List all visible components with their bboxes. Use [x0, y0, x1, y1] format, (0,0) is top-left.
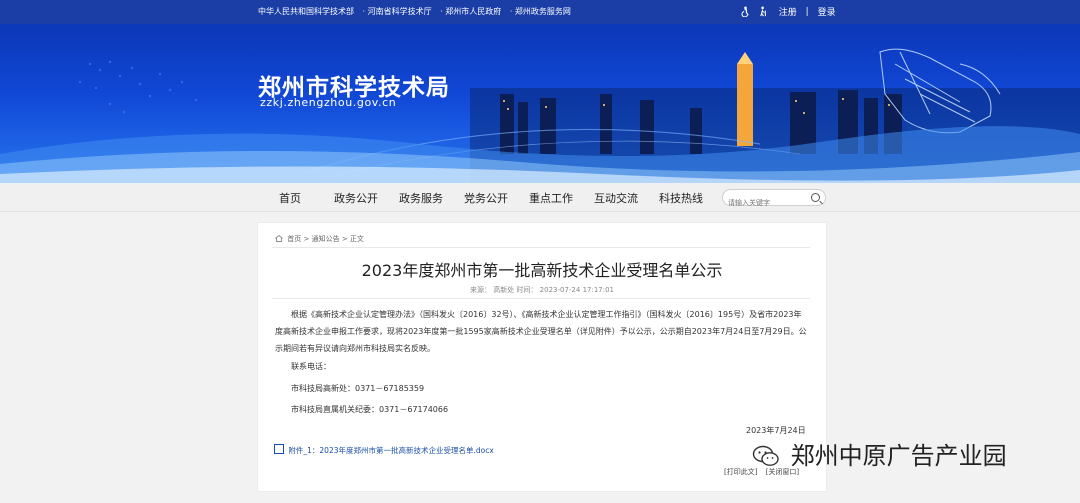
wechat-watermark: 郑州中原广告产业园: [752, 436, 1007, 471]
article-title: 2023年度郑州市第一批高新技术企业受理名单公示: [361, 261, 723, 280]
nav-item-party-affairs[interactable]: 党务公开: [464, 190, 508, 206]
contact-line: 市科技局直属机关纪委：0371－67174066: [291, 405, 449, 414]
article-body: 根据《高新技术企业认定管理办法》（国科发火〔2016〕32号）、《高新技术企业认…: [275, 310, 807, 353]
top-bar: 中华人民共和国科学技术部 · 河南省科学技术厅 · 郑州市人民政府 · 郑州政务…: [0, 0, 1080, 24]
attachment-icon: [274, 444, 284, 454]
watermark-text: 郑州中原广告产业园: [790, 442, 1007, 470]
breadcrumb-sep: >: [341, 235, 348, 243]
nav-item-home[interactable]: 首页: [279, 190, 301, 206]
nav-item-gov-services[interactable]: 政务服务: [399, 190, 443, 206]
search-box: [722, 189, 826, 210]
top-right-tools: 注册 | 登录: [740, 5, 839, 18]
search-icon[interactable]: [811, 193, 820, 202]
top-link-henan[interactable]: · 河南省科学技术厅: [363, 7, 432, 16]
main-nav: 首页 政务公开 政务服务 党务公开 重点工作 互动交流 科技热线: [0, 183, 1080, 212]
top-link-most[interactable]: 中华人民共和国科学技术部: [258, 7, 354, 16]
nav-item-hotline[interactable]: 科技热线: [659, 190, 703, 206]
wechat-icon: [752, 445, 779, 466]
accessibility-icon[interactable]: [740, 6, 751, 17]
divider: [272, 298, 810, 299]
home-icon: [275, 235, 283, 242]
login-link[interactable]: 登录: [818, 8, 836, 18]
breadcrumb-current: 正文: [349, 235, 364, 243]
article-meta: 来源： 高新处 时间： 2023-07-24 17:17:01: [469, 286, 615, 294]
article-date: 2023年7月24日: [746, 426, 806, 435]
article-card: 首页 > 通知公告 > 正文 2023年度郑州市第一批高新技术企业受理名单公示 …: [257, 222, 827, 492]
top-link-zhengzhou-gov[interactable]: · 郑州市人民政府: [440, 7, 501, 16]
city-skyline-graphic: [0, 48, 1080, 183]
breadcrumb-sep: >: [303, 235, 310, 243]
contact-label: 联系电话：: [291, 362, 331, 371]
site-banner: 郑州市科学技术局 zzkj.zhengzhou.gov.cn: [0, 24, 1080, 183]
breadcrumb-home[interactable]: 首页: [287, 235, 301, 243]
divider: [272, 247, 810, 248]
nav-item-key-work[interactable]: 重点工作: [529, 190, 573, 206]
nav-item-gov-affairs[interactable]: 政务公开: [334, 190, 378, 206]
register-link[interactable]: 注册: [779, 8, 797, 18]
top-link-service[interactable]: · 郑州政务服务网: [510, 7, 571, 16]
nav-item-interaction[interactable]: 互动交流: [594, 190, 638, 206]
attachment-link[interactable]: 附件_1：2023年度郑州市第一批高新技术企业受理名单.docx: [274, 444, 494, 456]
breadcrumb-notices[interactable]: 通知公告: [312, 235, 340, 243]
attachment-label[interactable]: 附件_1：2023年度郑州市第一批高新技术企业受理名单.docx: [288, 446, 493, 455]
site-domain: zzkj.zhengzhou.gov.cn: [260, 96, 397, 109]
contact-line: 市科技局高新处：0371－67185359: [291, 384, 425, 393]
elder-mode-icon[interactable]: [758, 6, 769, 17]
top-links: 中华人民共和国科学技术部 · 河南省科学技术厅 · 郑州市人民政府 · 郑州政务…: [258, 6, 577, 17]
search-input[interactable]: [728, 196, 806, 210]
breadcrumb: 首页 > 通知公告 > 正文: [275, 234, 364, 244]
top-separator: |: [805, 6, 809, 17]
